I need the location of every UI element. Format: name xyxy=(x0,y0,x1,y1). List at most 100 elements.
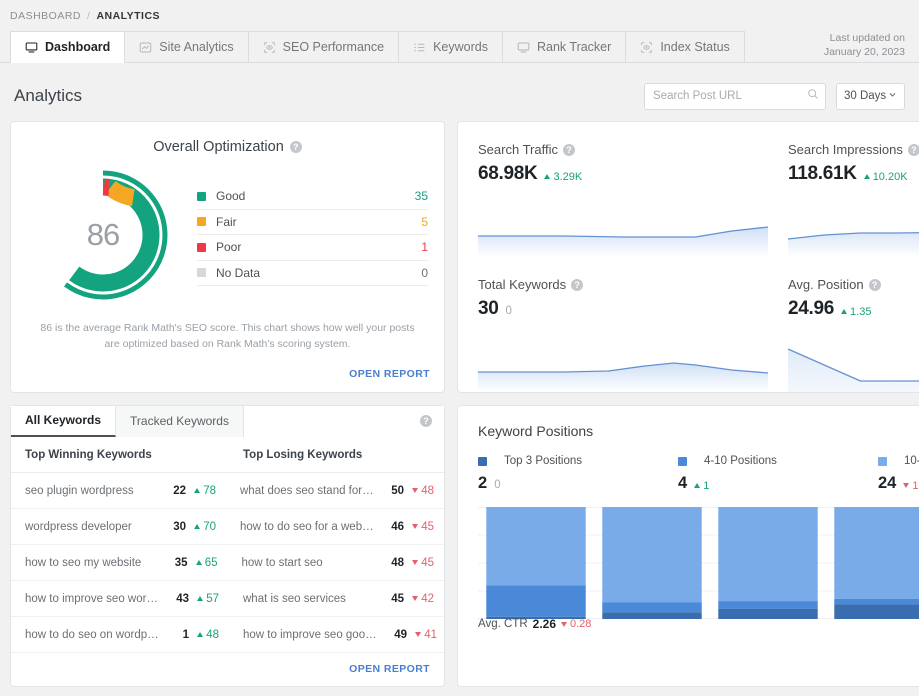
stat-delta: 3.29K xyxy=(544,171,582,183)
stat-number: 68.98K xyxy=(478,163,538,184)
tab-site-analytics[interactable]: Site Analytics xyxy=(124,31,249,62)
legend-value: 1 xyxy=(421,240,428,255)
legend-label: Good xyxy=(216,189,246,204)
keyword-position: 49 xyxy=(394,628,407,641)
avg-ctr-value: 2.26 xyxy=(532,617,556,631)
keywords-tabs-spacer xyxy=(243,405,444,437)
help-icon[interactable]: ? xyxy=(907,143,919,156)
stat-label-text: Avg. Position xyxy=(788,277,864,292)
page-title-row: Analytics 30 Days xyxy=(0,63,919,113)
keyword-position: 1 xyxy=(182,628,189,641)
tab-keywords[interactable]: Keywords xyxy=(398,31,503,62)
keyword-delta: 42 xyxy=(404,593,444,605)
list-icon xyxy=(413,41,426,54)
table-row[interactable]: how to do seo on wordpress 1 48 how to i… xyxy=(11,617,444,653)
avg-ctr-delta: 0.28 xyxy=(561,618,591,630)
keyword-positions-legend: Top 3 Positions 2 0 4-10 Positions 4 1 1… xyxy=(458,439,919,493)
legend-label: No Data xyxy=(216,265,261,280)
help-icon[interactable]: ? xyxy=(420,415,432,427)
open-report-link[interactable]: OPEN REPORT xyxy=(349,368,430,380)
stat-delta-text: 1.35 xyxy=(850,305,872,318)
legend-item-poor: Poor 1 xyxy=(197,235,428,261)
stat-number: 118.61K xyxy=(788,163,857,184)
legend-item-good: Good 35 xyxy=(197,184,428,210)
avg-ctr: Avg. CTR 2.26 0.28 xyxy=(478,617,591,631)
sparkline-search-traffic xyxy=(478,211,768,257)
help-icon[interactable]: ? xyxy=(571,278,584,291)
legend-swatch xyxy=(478,456,487,466)
keyword-term: how to seo my website xyxy=(25,556,142,569)
triangle-up-icon xyxy=(197,632,204,637)
stat-number: 24.96 xyxy=(788,298,835,319)
open-report-link[interactable]: OPEN REPORT xyxy=(349,663,430,675)
tab-tracked-keywords[interactable]: Tracked Keywords xyxy=(116,405,244,437)
legend-value-row: 24 1 xyxy=(878,474,919,493)
stat-label-text: Total Keywords xyxy=(478,277,567,292)
tab-all-keywords[interactable]: All Keywords xyxy=(11,405,117,437)
search-box[interactable] xyxy=(644,82,826,110)
legend-header: 4-10 Positions xyxy=(678,455,878,467)
keyword-delta-text: 57 xyxy=(206,592,219,605)
legend-delta-text: 1 xyxy=(912,479,919,492)
table-row[interactable]: how to improve seo wordp... 43 57 what i… xyxy=(11,581,444,617)
triangle-up-icon xyxy=(194,524,201,529)
legend-swatch xyxy=(197,217,206,227)
triangle-down-icon xyxy=(412,560,419,565)
breadcrumb: DASHBOARD / ANALYTICS xyxy=(0,0,919,22)
triangle-down-icon xyxy=(561,621,567,627)
legend-label: 4-10 Positions xyxy=(704,455,777,467)
legend-swatch xyxy=(197,268,206,278)
date-range-dropdown[interactable]: 30 Days xyxy=(836,82,905,110)
page-title: Analytics xyxy=(14,86,83,105)
legend-item-fair: Fair 5 xyxy=(197,210,428,235)
chart-box-icon xyxy=(139,41,152,54)
winning-cell: how to do seo on wordpress 1 48 xyxy=(11,629,229,641)
stat-search-impressions: Search Impressions ? 118.61K 10.20K xyxy=(768,122,919,257)
table-row[interactable]: how to seo my website 35 65 how to start… xyxy=(11,545,444,581)
tab-index-status[interactable]: Index Status xyxy=(625,31,745,62)
chevron-down-icon xyxy=(888,90,897,102)
losing-cell: how to do seo for a website 46 45 xyxy=(226,521,444,533)
stat-delta-text: 3.29K xyxy=(553,170,583,183)
keywords-footer: OPEN REPORT xyxy=(11,653,444,686)
legend-item-4-10: 4-10 Positions 4 1 xyxy=(678,455,878,493)
search-input[interactable] xyxy=(653,90,807,102)
keyword-delta: 45 xyxy=(404,557,444,569)
keywords-table-header: Top Winning Keywords Top Losing Keywords xyxy=(11,437,444,473)
winning-cell: how to improve seo wordp... 43 57 xyxy=(11,593,229,605)
keyword-delta: 65 xyxy=(188,557,228,569)
legend-item-10-50: 10-50 Positions 24 1 xyxy=(878,455,919,493)
stat-value: 30 0 xyxy=(478,298,768,320)
keyword-delta: 48 xyxy=(404,485,444,497)
search-icon xyxy=(807,87,819,105)
keyword-position: 48 xyxy=(391,556,404,569)
last-updated-label: Last updated on xyxy=(829,31,905,44)
tab-label: Dashboard xyxy=(45,40,111,54)
keyword-delta: 48 xyxy=(189,629,229,641)
losing-cell: what is seo services 45 42 xyxy=(229,593,444,605)
keyword-term: wordpress developer xyxy=(25,520,132,533)
tab-seo-performance[interactable]: SEO Performance xyxy=(247,31,400,62)
triangle-up-icon xyxy=(863,174,870,179)
legend-delta-text: 1 xyxy=(703,479,710,492)
help-icon[interactable]: ? xyxy=(562,143,575,156)
triangle-up-icon xyxy=(694,483,701,488)
legend-value: 2 xyxy=(478,474,488,492)
stat-delta: 0 xyxy=(505,305,512,317)
triangle-down-icon xyxy=(412,488,419,493)
tab-dashboard[interactable]: Dashboard xyxy=(10,31,126,63)
analytics-dashboard-page: DASHBOARD / ANALYTICS Dashboard Site Ana… xyxy=(0,0,919,696)
table-row[interactable]: seo plugin wordpress 22 78 what does seo… xyxy=(11,473,444,509)
tab-rank-tracker[interactable]: Rank Tracker xyxy=(501,31,627,62)
help-icon[interactable]: ? xyxy=(289,141,302,153)
avg-ctr-delta-text: 0.28 xyxy=(570,618,592,630)
keyword-position: 45 xyxy=(391,592,404,605)
keyword-delta: 70 xyxy=(186,521,226,533)
triangle-up-icon xyxy=(195,560,202,565)
keyword-delta-text: 48 xyxy=(421,484,434,497)
keywords-card: All Keywords Tracked Keywords ? Top Winn… xyxy=(10,405,445,687)
table-row[interactable]: wordpress developer 30 70 how to do seo … xyxy=(11,509,444,545)
help-icon[interactable]: ? xyxy=(868,278,881,291)
keyword-delta: 45 xyxy=(404,521,444,533)
breadcrumb-root[interactable]: DASHBOARD xyxy=(10,10,81,22)
